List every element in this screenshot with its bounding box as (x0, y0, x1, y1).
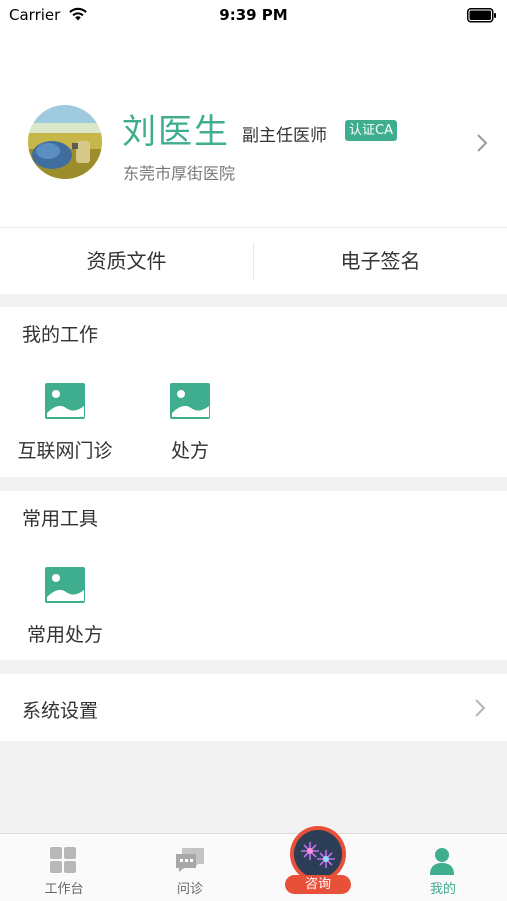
tab-label: 工作台 (44, 882, 84, 897)
hospital-name: 东莞市厚街医院 (123, 164, 236, 183)
chevron-right-icon[interactable] (475, 132, 489, 158)
system-settings-label: 系统设置 (22, 700, 99, 722)
tile-label: 互联网门诊 (17, 440, 113, 462)
internet-clinic-tile[interactable]: 互联网门诊 (5, 382, 125, 463)
tab-label: 我的 (429, 882, 456, 897)
consult-label[interactable]: 咨询 (285, 875, 351, 894)
common-tools-section: 常用工具 常用处方 (0, 491, 507, 660)
doctor-name: 刘医生 (122, 112, 230, 152)
tab-mine[interactable]: 我的 (393, 834, 493, 901)
image-placeholder-icon (5, 566, 125, 608)
doctor-title: 副主任医师 (242, 126, 327, 146)
status-bar: Carrier 9:39 PM (0, 0, 507, 32)
person-icon (427, 846, 457, 880)
tab-bar: 工作台 问诊 我的 (0, 833, 507, 901)
prescription-tile[interactable]: 处方 (130, 382, 250, 463)
tile-label: 常用处方 (26, 624, 103, 646)
tab-workbench[interactable]: 工作台 (14, 834, 114, 901)
ca-verified-badge: 认证CA (345, 120, 397, 141)
my-work-title: 我的工作 (22, 324, 99, 346)
chat-icon (174, 846, 206, 878)
consult-button[interactable] (290, 826, 346, 882)
e-signature-button[interactable]: 电子签名 (254, 228, 507, 294)
qualification-docs-button[interactable]: 资质文件 (0, 228, 253, 294)
documents-row: 资质文件 电子签名 (0, 227, 507, 294)
battery-icon (467, 8, 497, 27)
system-settings-row[interactable]: 系统设置 (0, 674, 507, 741)
common-tools-title: 常用工具 (22, 508, 99, 530)
consult-icon (294, 830, 342, 878)
image-placeholder-icon (130, 382, 250, 424)
profile-header[interactable]: 刘医生 副主任医师 认证CA 东莞市厚街医院 (0, 32, 507, 227)
grid-icon (48, 846, 78, 878)
clock: 9:39 PM (219, 6, 288, 24)
image-placeholder-icon (5, 382, 125, 424)
avatar[interactable] (28, 105, 102, 179)
chevron-right-icon (474, 698, 486, 722)
tab-label: 问诊 (176, 882, 203, 897)
tab-consultation[interactable]: 问诊 (140, 834, 240, 901)
tile-label: 处方 (170, 440, 209, 462)
common-prescription-tile[interactable]: 常用处方 (5, 566, 125, 647)
my-work-section: 我的工作 互联网门诊 处方 (0, 307, 507, 477)
